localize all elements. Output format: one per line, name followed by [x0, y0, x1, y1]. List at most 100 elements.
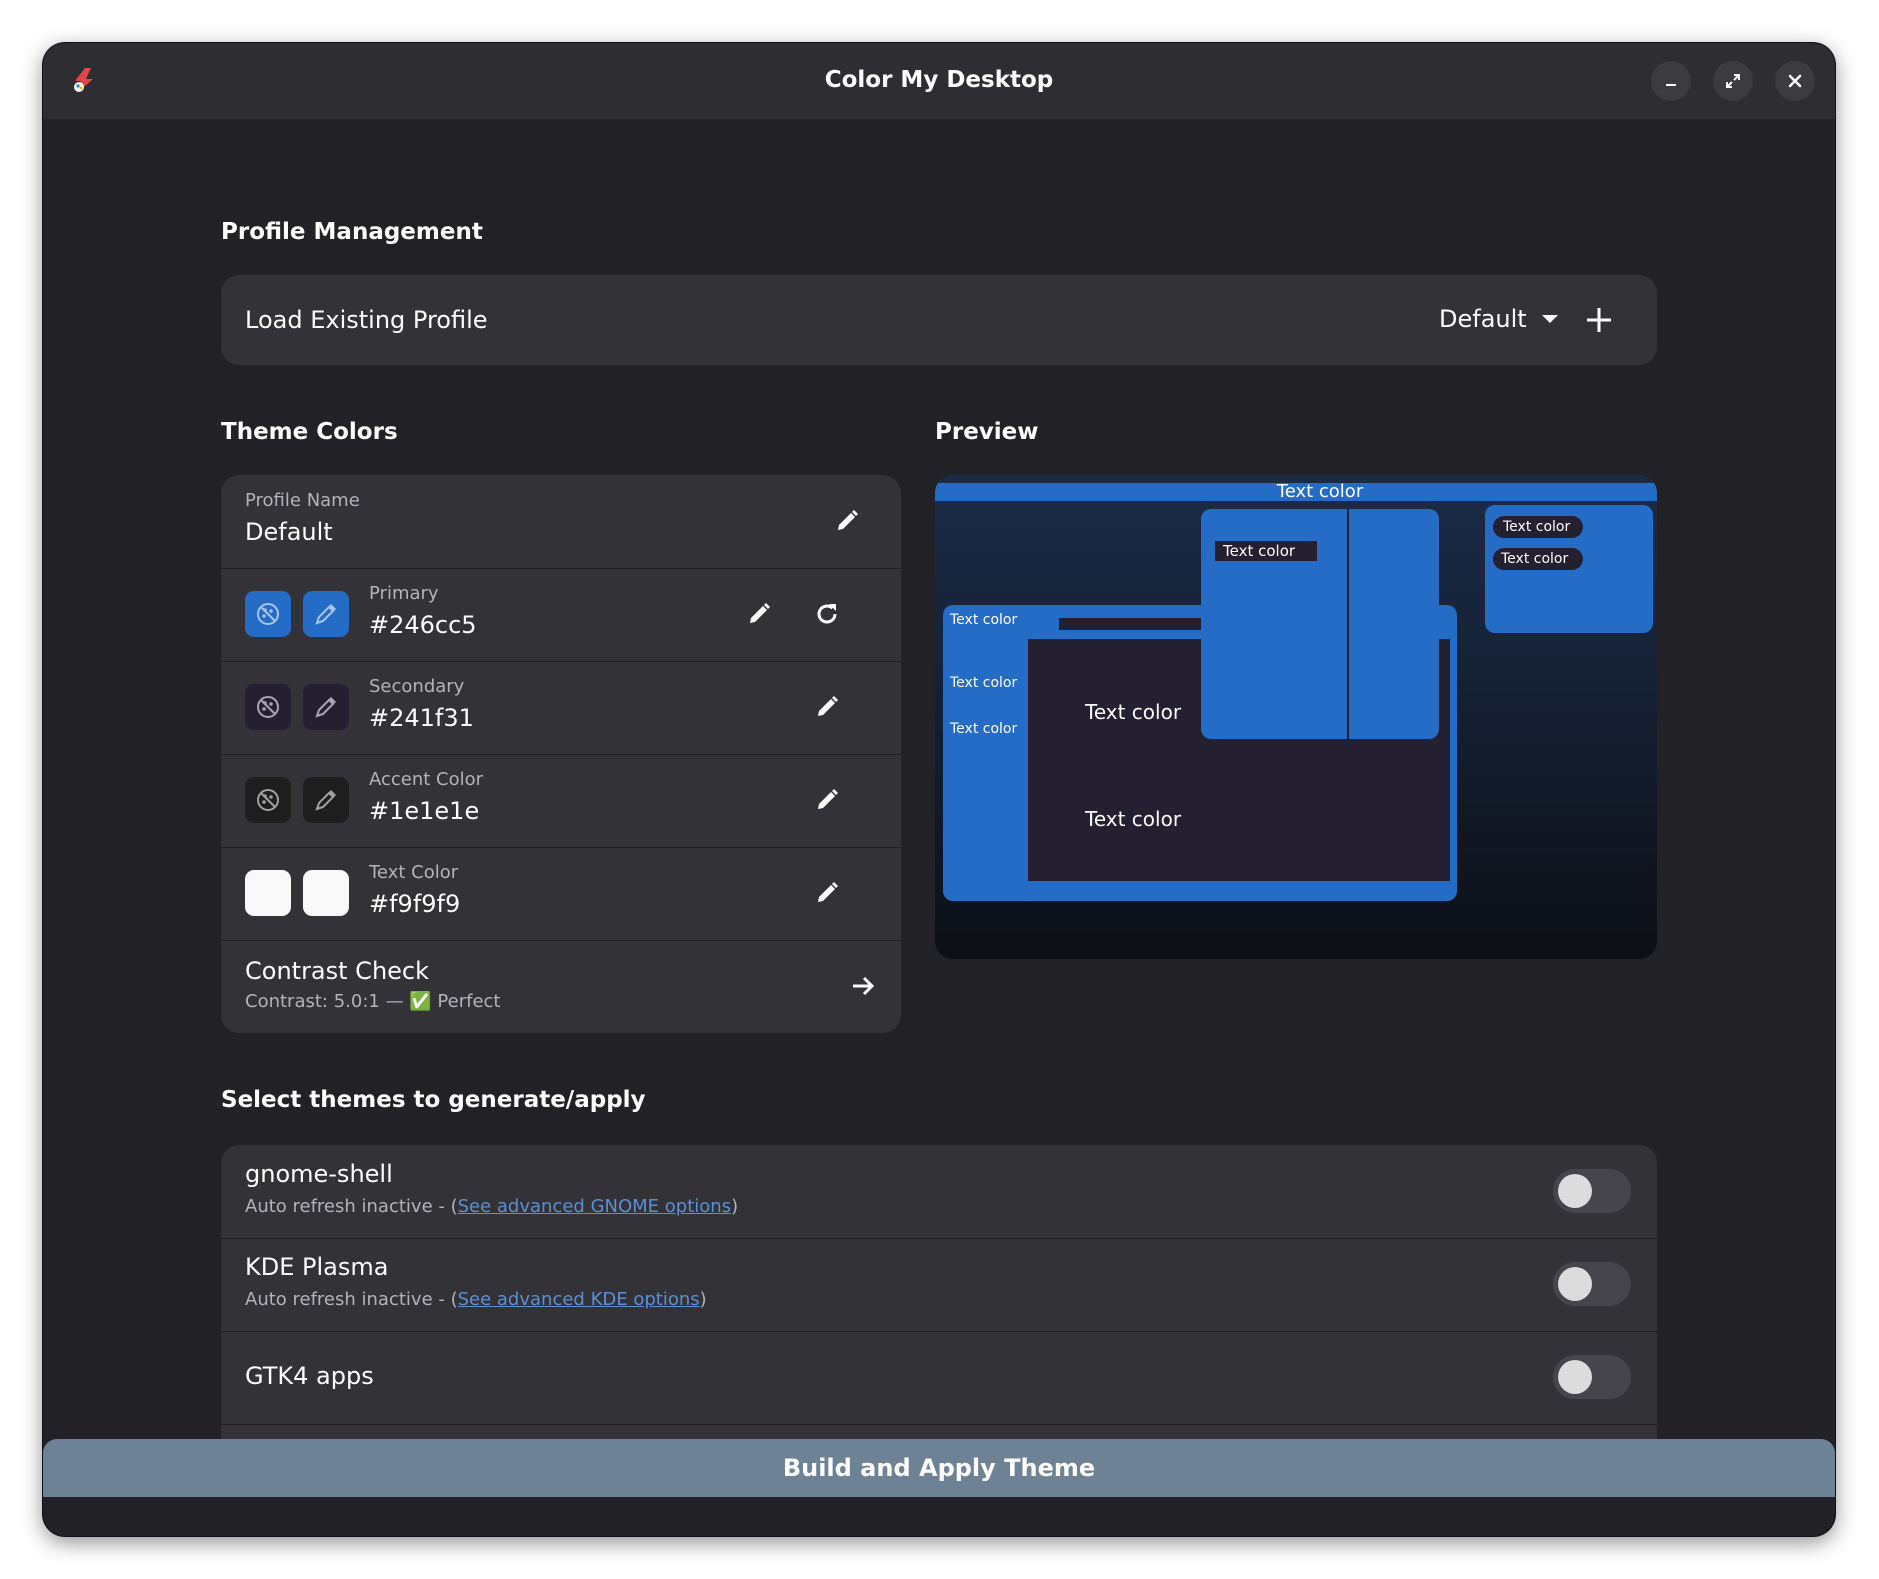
app-window: Color My Desktop Profile Management Load…: [43, 43, 1835, 1536]
pencil-icon: [838, 510, 858, 530]
accent-value: #1e1e1e: [369, 797, 480, 825]
profile-name-row: Profile Name Default: [221, 475, 901, 569]
secondary-swatch[interactable]: [245, 684, 291, 730]
primary-value: #246cc5: [369, 611, 477, 639]
contrast-open-button[interactable]: [847, 970, 879, 1002]
contrast-detail: Contrast: 5.0:1 — ✅ Perfect: [245, 991, 501, 1012]
toggle-knob: [1558, 1360, 1592, 1394]
minimize-button[interactable]: [1651, 61, 1691, 101]
gnome-shell-toggle[interactable]: [1553, 1169, 1631, 1213]
preview-heading: Preview: [935, 419, 1039, 445]
edit-profile-name-button[interactable]: [831, 505, 863, 537]
preview-sidebar-text-2: Text color: [950, 675, 1018, 691]
preview-content-text-2: Text color: [1085, 807, 1182, 831]
theme-item-kde-plasma: KDE Plasma Auto refresh inactive - (See …: [221, 1238, 1657, 1332]
kde-plasma-subtitle-prefix: Auto refresh inactive - (: [245, 1289, 458, 1310]
edit-primary-button[interactable]: [743, 598, 775, 630]
eyedropper-icon: [315, 696, 337, 718]
primary-color-row: Primary #246cc5: [221, 568, 901, 662]
window-title: Color My Desktop: [824, 67, 1054, 93]
preview-sidebar-text-3: Text color: [950, 721, 1018, 737]
profile-management-heading: Profile Management: [221, 219, 483, 245]
pencil-icon: [818, 696, 838, 716]
gnome-shell-title: gnome-shell: [245, 1160, 393, 1188]
eyedropper-icon: [315, 884, 335, 904]
kde-advanced-link[interactable]: See advanced KDE options: [458, 1289, 700, 1310]
gtk4-title: GTK4 apps: [245, 1362, 374, 1390]
chevron-down-icon: [1541, 315, 1558, 323]
contrast-check-row[interactable]: Contrast Check Contrast: 5.0:1 — ✅ Perfe…: [221, 940, 901, 1033]
toggle-knob: [1558, 1267, 1592, 1301]
close-button[interactable]: [1775, 61, 1815, 101]
secondary-picker[interactable]: [303, 684, 349, 730]
add-profile-button[interactable]: [1583, 304, 1615, 336]
maximize-icon: [1726, 74, 1740, 88]
preview-sidebar-text-1: Text color: [950, 612, 1018, 628]
edit-secondary-button[interactable]: [811, 691, 843, 723]
profile-card: Load Existing Profile Default: [221, 275, 1657, 365]
gnome-shell-subtitle-suffix: ): [731, 1196, 739, 1217]
themes-card: gnome-shell Auto refresh inactive - (See…: [221, 1145, 1657, 1441]
contrast-title: Contrast Check: [245, 957, 430, 985]
preview-top-bar-text: Text color: [1276, 481, 1364, 502]
theme-preview: Text color Text color Text color Text co…: [935, 475, 1657, 959]
accent-color-row: Accent Color #1e1e1e: [221, 754, 901, 848]
profile-dropdown-value: Default: [1439, 305, 1527, 333]
eyedropper-icon: [315, 603, 337, 625]
close-icon: [1788, 74, 1802, 88]
theme-item-gnome-shell: gnome-shell Auto refresh inactive - (See…: [221, 1145, 1657, 1239]
text-color-picker[interactable]: [303, 870, 349, 916]
reset-primary-button[interactable]: [811, 598, 843, 630]
kde-plasma-subtitle-suffix: ): [699, 1289, 707, 1310]
palette-icon: [257, 789, 279, 811]
refresh-icon: [817, 604, 837, 624]
secondary-value: #241f31: [369, 704, 474, 732]
minimize-icon: [1666, 84, 1676, 86]
text-color-row: Text Color #f9f9f9: [221, 847, 901, 941]
accent-picker[interactable]: [303, 777, 349, 823]
gnome-shell-subtitle: Auto refresh inactive - (See advanced GN…: [245, 1195, 738, 1219]
theme-item-gtk4: GTK4 apps: [221, 1331, 1657, 1425]
secondary-color-row: Secondary #241f31: [221, 661, 901, 755]
theme-colors-heading: Theme Colors: [221, 419, 398, 445]
profile-name-value: Default: [245, 518, 333, 546]
gtk4-toggle[interactable]: [1553, 1355, 1631, 1399]
pencil-icon: [818, 882, 838, 902]
pencil-icon: [750, 603, 770, 623]
kde-plasma-toggle[interactable]: [1553, 1262, 1631, 1306]
secondary-label: Secondary: [369, 676, 465, 697]
toggle-knob: [1558, 1174, 1592, 1208]
pencil-icon: [818, 789, 838, 809]
palette-icon: [257, 603, 279, 625]
profile-name-label: Profile Name: [245, 490, 360, 511]
build-apply-button[interactable]: Build and Apply Theme: [43, 1439, 1835, 1497]
main-content: Profile Management Load Existing Profile…: [221, 119, 1657, 1441]
gnome-shell-subtitle-prefix: Auto refresh inactive - (: [245, 1196, 458, 1217]
plus-icon: [1587, 308, 1611, 332]
select-themes-heading: Select themes to generate/apply: [221, 1087, 646, 1113]
arrow-right-icon: [853, 976, 875, 996]
kde-plasma-title: KDE Plasma: [245, 1253, 389, 1281]
accent-swatch[interactable]: [245, 777, 291, 823]
theme-colors-card: Profile Name Default Primary #246cc5 Sec…: [221, 475, 901, 1033]
primary-picker[interactable]: [303, 591, 349, 637]
primary-swatch[interactable]: [245, 591, 291, 637]
primary-label: Primary: [369, 583, 439, 604]
preview-pill-1-text: Text color: [1503, 519, 1571, 535]
palette-icon: [257, 882, 279, 904]
edit-accent-button[interactable]: [811, 784, 843, 816]
eyedropper-icon: [315, 789, 337, 811]
edit-text-color-button[interactable]: [811, 877, 843, 909]
maximize-button[interactable]: [1713, 61, 1753, 101]
kde-plasma-subtitle: Auto refresh inactive - (See advanced KD…: [245, 1288, 707, 1312]
accent-label: Accent Color: [369, 769, 484, 790]
preview-popup-text: Text color: [1223, 542, 1296, 560]
gnome-advanced-link[interactable]: See advanced GNOME options: [458, 1196, 731, 1217]
text-color-swatch[interactable]: [245, 870, 291, 916]
preview-content-text-1: Text color: [1085, 700, 1182, 724]
title-bar[interactable]: Color My Desktop: [43, 43, 1835, 119]
text-color-value: #f9f9f9: [369, 890, 461, 918]
profile-dropdown[interactable]: Default: [1439, 303, 1559, 335]
load-profile-label: Load Existing Profile: [245, 306, 488, 334]
palette-icon: [257, 696, 279, 718]
